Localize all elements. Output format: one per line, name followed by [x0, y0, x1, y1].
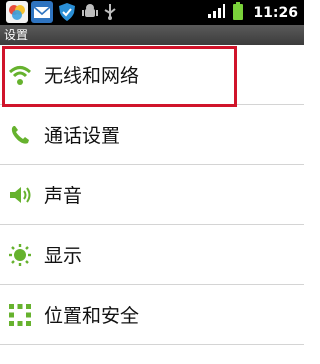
mail-icon: [31, 1, 53, 27]
pattern-lock-icon: [8, 303, 32, 327]
menu-item-label: 声音: [44, 185, 83, 207]
menu-item-call-settings[interactable]: 通话设置: [0, 105, 304, 165]
app-icon: [6, 1, 28, 27]
menu-item-label: 通话设置: [44, 125, 121, 147]
menu-item-display[interactable]: 显示: [0, 225, 304, 285]
page-title: 设置: [4, 28, 29, 42]
status-bar: 11:26: [0, 0, 304, 25]
clock: 11:26: [253, 4, 298, 21]
android-debug-icon: [81, 3, 99, 25]
phone-icon: [8, 123, 32, 147]
title-bar: 设置: [0, 25, 304, 45]
menu-item-label: 无线和网络: [44, 65, 140, 87]
shield-icon: [56, 1, 78, 27]
menu-item-sound[interactable]: 声音: [0, 165, 304, 225]
settings-list: 无线和网络 通话设置 声音 显示 位置和安全: [0, 45, 304, 345]
signal-icon: [207, 3, 226, 23]
brightness-icon: [8, 243, 32, 267]
wifi-icon: [8, 63, 32, 87]
menu-item-label: 显示: [44, 245, 83, 267]
usb-icon: [102, 3, 118, 25]
battery-icon: [233, 1, 244, 24]
menu-item-label: 位置和安全: [44, 305, 140, 327]
speaker-icon: [8, 183, 32, 207]
menu-item-location-security[interactable]: 位置和安全: [0, 285, 304, 345]
menu-item-wireless[interactable]: 无线和网络: [0, 45, 304, 105]
